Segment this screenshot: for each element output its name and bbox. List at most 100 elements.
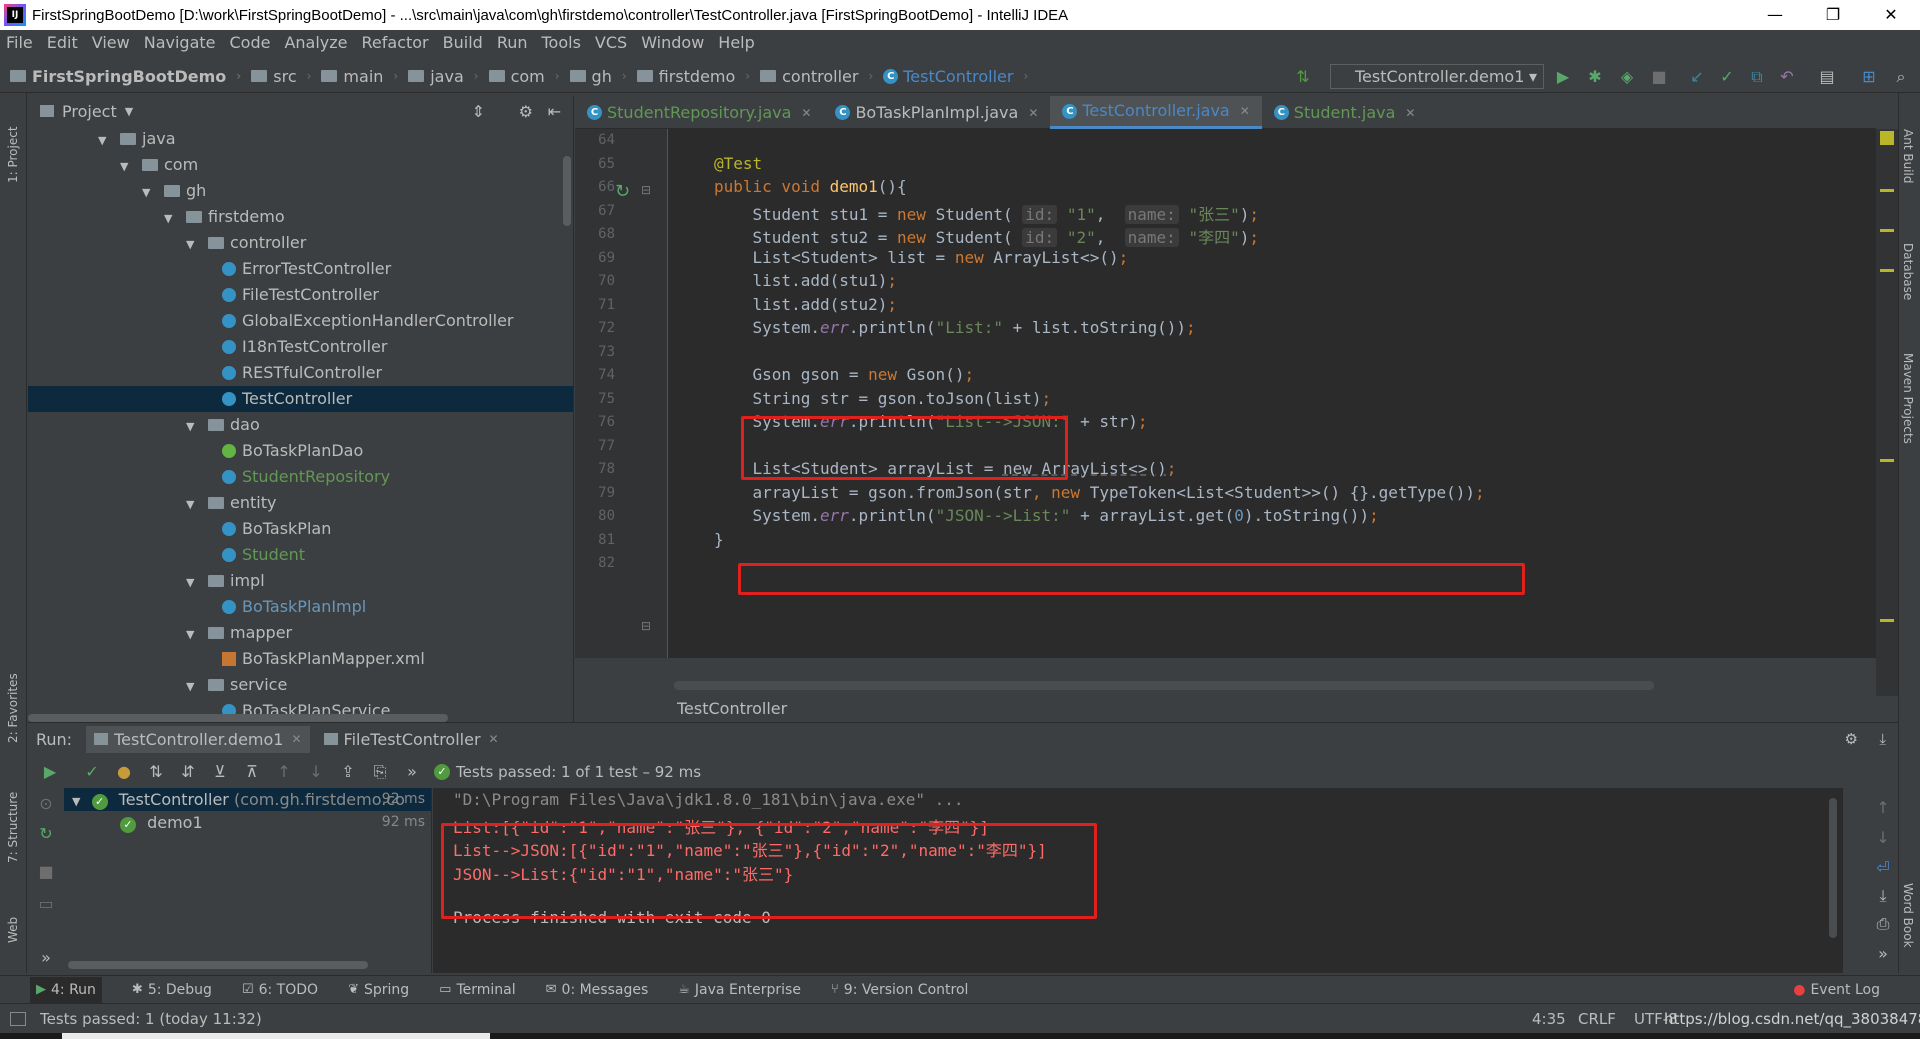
tree-item[interactable]: Student — [28, 542, 573, 568]
chevron-down-icon[interactable]: ▼ — [186, 674, 200, 700]
more-icon[interactable]: » — [36, 948, 56, 968]
warning-mark[interactable] — [1880, 189, 1894, 192]
editor-tab[interactable]: C TestController.java ✕ — [1050, 95, 1262, 129]
menu-view[interactable]: View — [92, 33, 130, 52]
tree-item[interactable]: BoTaskPlanDao — [28, 438, 573, 464]
menu-navigate[interactable]: Navigate — [144, 33, 216, 52]
scroll-to-end-icon[interactable]: ⤓ — [1873, 886, 1893, 906]
breadcrumb-item[interactable]: java › — [408, 67, 479, 86]
coverage-icon[interactable]: ◈ — [1618, 68, 1636, 86]
chevron-down-icon[interactable]: ▼ — [125, 105, 133, 118]
tree-item[interactable]: BoTaskPlanImpl — [28, 594, 573, 620]
code-line[interactable]: Student stu1 = new Student( id: "1", nam… — [714, 201, 1259, 225]
tool-tab[interactable]: ☑ 6: TODO — [242, 982, 318, 998]
tool-tab[interactable]: ⑂ 9: Version Control — [831, 982, 968, 998]
code-line[interactable]: public void demo1(){ — [714, 177, 907, 196]
stop-icon[interactable]: ■ — [36, 862, 56, 882]
hide-icon[interactable]: ⇤ — [548, 102, 561, 121]
breadcrumb-item[interactable]: com › — [488, 67, 560, 86]
code-line[interactable]: } — [714, 530, 724, 549]
menu-tools[interactable]: Tools — [542, 33, 581, 52]
next-icon[interactable]: ↓ — [306, 762, 326, 782]
tree-item[interactable]: StudentRepository — [28, 464, 573, 490]
expand-all-icon[interactable]: ⊻ — [210, 762, 230, 782]
editor-tab[interactable]: C Student.java ✕ — [1262, 96, 1428, 129]
breadcrumb-item[interactable]: controller › — [760, 67, 873, 86]
warning-mark[interactable] — [1880, 619, 1894, 622]
menu-help[interactable]: Help — [718, 33, 754, 52]
chevron-down-icon[interactable]: ▼ — [98, 128, 112, 154]
warning-mark[interactable] — [1880, 229, 1894, 232]
breadcrumb-item[interactable]: C TestController › — [883, 67, 1028, 86]
test-suite-row[interactable]: ▼ ✓ TestController (com.gh.firstdemo.co … — [64, 788, 431, 811]
sort-icon[interactable]: ⇅ — [1294, 68, 1312, 86]
code-line[interactable]: arrayList = gson.fromJson(str, new TypeT… — [714, 483, 1485, 502]
search-icon[interactable]: ⌕ — [1892, 68, 1910, 86]
editor-tab[interactable]: C BoTaskPlanImpl.java ✕ — [823, 96, 1050, 129]
gear-icon[interactable]: ⚙ — [519, 102, 533, 121]
tree-item[interactable]: BoTaskPlanMapper.xml — [28, 646, 573, 672]
menu-vcs[interactable]: VCS — [595, 33, 627, 52]
tool-tab[interactable]: ▭ Terminal — [439, 982, 515, 998]
tree-item[interactable]: I18nTestController — [28, 334, 573, 360]
chevron-down-icon[interactable]: ▼ — [186, 232, 200, 258]
project-horizontal-scrollbar[interactable] — [28, 714, 448, 722]
fold-icon[interactable]: ⊟ — [641, 183, 651, 197]
tree-item[interactable]: ▼ impl — [28, 568, 573, 594]
fold-end-icon[interactable]: ⊟ — [641, 619, 651, 633]
editor-breadcrumb-item[interactable]: TestController — [677, 699, 787, 718]
code-line[interactable]: Student stu2 = new Student( id: "2", nam… — [714, 224, 1259, 248]
run-tab-filetestcontroller[interactable]: FileTestController ✕ — [323, 730, 499, 749]
warning-mark[interactable] — [1880, 459, 1894, 462]
code-line[interactable]: list.add(stu2); — [714, 295, 898, 314]
warning-mark[interactable] — [1880, 269, 1894, 272]
tool-tab[interactable]: ☕ Java Enterprise — [678, 982, 801, 998]
debug-icon[interactable]: ✱ — [1586, 68, 1604, 86]
close-button[interactable]: ✕ — [1862, 0, 1920, 30]
stripe-favorites[interactable]: 2: Favorites — [6, 673, 20, 743]
stripe-structure[interactable]: 7: Structure — [6, 792, 20, 863]
test-case-row[interactable]: ✓ demo1 92 ms — [64, 811, 431, 834]
breadcrumb-item[interactable]: main › — [321, 67, 398, 86]
tree-item[interactable]: ▼ gh — [28, 178, 573, 204]
stripe-ant-build[interactable]: Ant Build — [1901, 129, 1915, 183]
run-configuration-select[interactable]: TestController.demo1 — [1330, 64, 1544, 89]
sort-alpha-icon[interactable]: ⇅ — [146, 762, 166, 782]
vcs-update-icon[interactable]: ↙ — [1688, 68, 1706, 86]
chevron-down-icon[interactable]: ▼ — [186, 492, 200, 518]
menu-analyze[interactable]: Analyze — [284, 33, 347, 52]
scroll-up-icon[interactable]: ↑ — [1873, 798, 1893, 818]
close-icon[interactable]: ✕ — [1240, 95, 1250, 127]
tree-item[interactable]: ErrorTestController — [28, 256, 573, 282]
tree-item[interactable]: TestController — [28, 386, 573, 412]
stop-icon[interactable]: ■ — [1650, 68, 1668, 86]
menu-build[interactable]: Build — [443, 33, 483, 52]
tree-item[interactable]: ▼ java — [28, 126, 573, 152]
console-vertical-scrollbar[interactable] — [1829, 798, 1837, 938]
chevron-down-icon[interactable]: ▼ — [72, 795, 80, 808]
menu-window[interactable]: Window — [641, 33, 704, 52]
stripe-web[interactable]: Web — [6, 917, 20, 943]
project-structure-icon[interactable]: ▤ — [1818, 68, 1836, 86]
tool-tab[interactable]: ▶ 4: Run — [30, 976, 102, 1003]
vcs-compare-icon[interactable]: ⧉ — [1748, 68, 1766, 86]
chevron-down-icon[interactable]: ▼ — [120, 154, 134, 180]
chevron-down-icon[interactable]: ▼ — [164, 206, 178, 232]
code-line[interactable]: Gson gson = new Gson(); — [714, 365, 975, 384]
tool-tab[interactable]: ❦ Spring — [348, 982, 409, 998]
close-icon[interactable]: ✕ — [489, 732, 499, 746]
code-line[interactable]: List<Student> list = new ArrayList<>(); — [714, 248, 1129, 267]
project-vertical-scrollbar[interactable] — [563, 156, 571, 226]
chevron-down-icon[interactable]: ▼ — [142, 180, 156, 206]
tree-item[interactable]: ▼ entity — [28, 490, 573, 516]
project-panel-title[interactable]: Project — [62, 102, 117, 121]
tree-horizontal-scrollbar[interactable] — [68, 961, 368, 969]
close-icon[interactable]: ✕ — [291, 732, 301, 746]
tree-item[interactable]: ▼ service — [28, 672, 573, 698]
code-line[interactable]: System.err.println("JSON-->List:" + arra… — [714, 506, 1379, 525]
run-test-gutter-icon[interactable]: ↻ — [615, 181, 630, 202]
more-icon[interactable]: » — [1873, 944, 1893, 964]
tree-item[interactable]: ▼ com — [28, 152, 573, 178]
menu-code[interactable]: Code — [230, 33, 271, 52]
restore-button[interactable]: ❐ — [1804, 0, 1862, 30]
